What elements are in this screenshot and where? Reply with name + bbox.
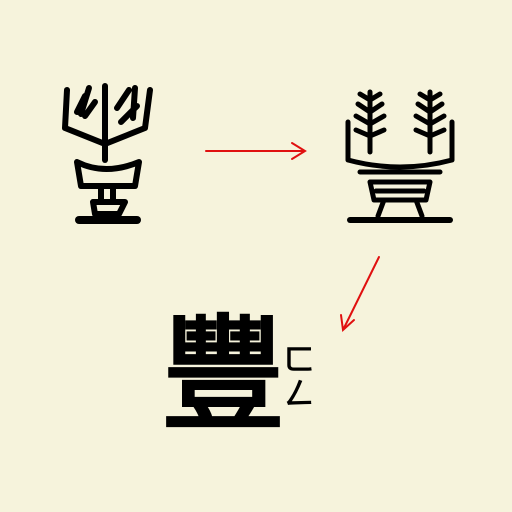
arrow-down-left	[340, 256, 380, 333]
arrow-right	[205, 142, 307, 160]
modern-character: 豐	[160, 303, 285, 448]
seal-script-glyph	[345, 89, 455, 223]
oracle-bone-script-glyph	[62, 83, 153, 224]
bopomofo-final: ㄥ	[284, 377, 314, 412]
bopomofo-initial: ㄈ	[284, 343, 314, 378]
bopomofo-annotation: ㄈ ㄥ	[284, 344, 324, 412]
